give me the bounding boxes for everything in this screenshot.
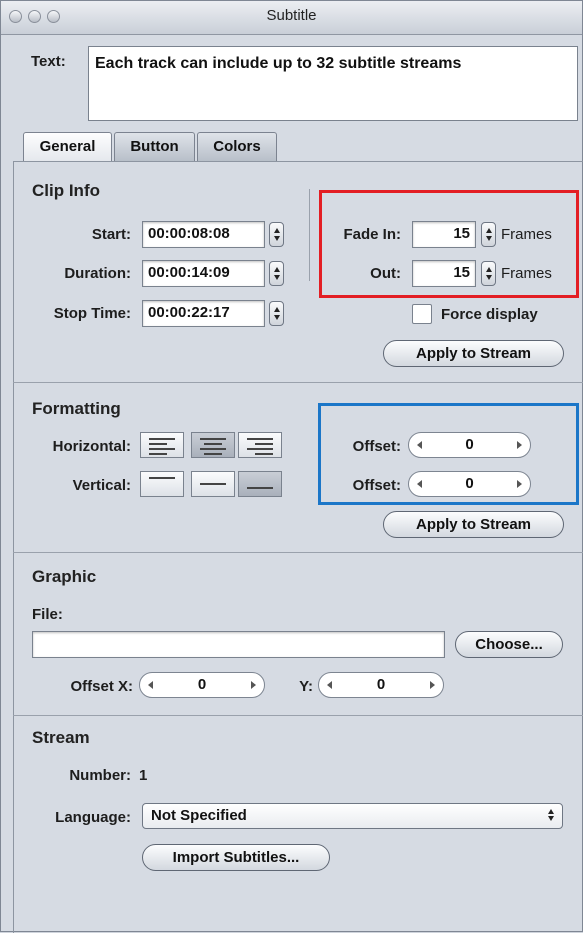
align-bottom-button[interactable] <box>238 471 282 497</box>
title-bar[interactable]: Subtitle <box>1 1 582 35</box>
file-path-field[interactable] <box>32 631 445 658</box>
fade-out-label: Out: <box>370 265 401 282</box>
align-right-button[interactable] <box>238 432 282 458</box>
section-divider <box>13 552 583 553</box>
tab-colors[interactable]: Colors <box>197 132 277 161</box>
language-label: Language: <box>55 809 131 826</box>
offset-x-slider[interactable]: 0 <box>139 672 265 698</box>
clip-info-divider <box>309 189 310 281</box>
left-arrow-icon[interactable] <box>417 441 422 449</box>
duration-label: Duration: <box>64 265 131 282</box>
offset-vertical-value: 0 <box>465 475 474 492</box>
offset-vertical-label: Offset: <box>352 477 401 494</box>
duration-stepper[interactable] <box>269 261 284 286</box>
fade-out-stepper[interactable] <box>481 261 496 286</box>
clip-info-title: Clip Info <box>32 181 100 200</box>
stop-time-label: Stop Time: <box>53 305 131 322</box>
right-arrow-icon[interactable] <box>517 480 522 488</box>
start-time-stepper[interactable] <box>269 222 284 247</box>
start-label: Start: <box>91 226 131 243</box>
fade-in-unit: Frames <box>501 226 552 243</box>
section-divider <box>13 382 583 383</box>
duration-field[interactable]: 00:00:14:09 <box>142 260 265 287</box>
align-left-button[interactable] <box>140 432 184 458</box>
offset-y-slider[interactable]: 0 <box>318 672 444 698</box>
stop-time-field[interactable]: 00:00:22:17 <box>142 300 265 327</box>
formatting-title: Formatting <box>32 399 121 418</box>
tab-button[interactable]: Button <box>114 132 195 161</box>
file-label: File: <box>32 606 63 623</box>
section-divider <box>13 715 583 716</box>
offset-horizontal-value: 0 <box>465 436 474 453</box>
offset-x-value: 0 <box>197 676 207 693</box>
clip-apply-to-stream-button[interactable]: Apply to Stream <box>383 340 564 367</box>
language-popup[interactable]: Not Specified <box>142 803 563 829</box>
choose-file-button[interactable]: Choose... <box>455 631 563 658</box>
right-arrow-icon[interactable] <box>517 441 522 449</box>
offset-y-value: 0 <box>376 676 386 693</box>
left-arrow-icon[interactable] <box>327 681 332 689</box>
align-top-button[interactable] <box>140 471 184 497</box>
language-value: Not Specified <box>151 807 247 824</box>
offset-x-label: Offset X: <box>70 678 133 695</box>
align-center-button[interactable] <box>191 432 235 458</box>
stream-title: Stream <box>32 728 90 747</box>
offset-horizontal-label: Offset: <box>352 438 401 455</box>
window-title: Subtitle <box>266 7 317 24</box>
subtitle-window: Subtitle Text: Each track can include up… <box>0 0 583 933</box>
right-arrow-icon[interactable] <box>430 681 435 689</box>
fade-in-field[interactable]: 15 <box>412 221 476 248</box>
force-display-label: Force display <box>441 306 538 323</box>
fade-out-field[interactable]: 15 <box>412 260 476 287</box>
offset-vertical-slider[interactable]: 0 <box>408 471 531 497</box>
graphic-title: Graphic <box>32 567 97 586</box>
vertical-label: Vertical: <box>72 477 131 494</box>
right-arrow-icon[interactable] <box>251 681 256 689</box>
subtitle-text-area[interactable]: Each track can include up to 32 subtitle… <box>88 46 578 121</box>
import-subtitles-button[interactable]: Import Subtitles... <box>142 844 330 871</box>
stop-time-stepper[interactable] <box>269 301 284 326</box>
popup-arrows-icon <box>544 804 557 826</box>
tab-general[interactable]: General <box>23 132 112 161</box>
left-arrow-icon[interactable] <box>417 480 422 488</box>
fade-in-label: Fade In: <box>343 226 401 243</box>
horizontal-label: Horizontal: <box>52 438 131 455</box>
offset-horizontal-slider[interactable]: 0 <box>408 432 531 458</box>
align-middle-button[interactable] <box>191 471 235 497</box>
left-arrow-icon[interactable] <box>148 681 153 689</box>
fade-out-unit: Frames <box>501 265 552 282</box>
stream-number-label: Number: <box>69 767 131 784</box>
fade-in-stepper[interactable] <box>481 222 496 247</box>
format-apply-to-stream-button[interactable]: Apply to Stream <box>383 511 564 538</box>
offset-y-label: Y: <box>299 678 313 695</box>
start-time-field[interactable]: 00:00:08:08 <box>142 221 265 248</box>
force-display-checkbox[interactable] <box>412 304 432 324</box>
text-label: Text: <box>31 53 66 70</box>
stream-number-value: 1 <box>139 767 148 784</box>
